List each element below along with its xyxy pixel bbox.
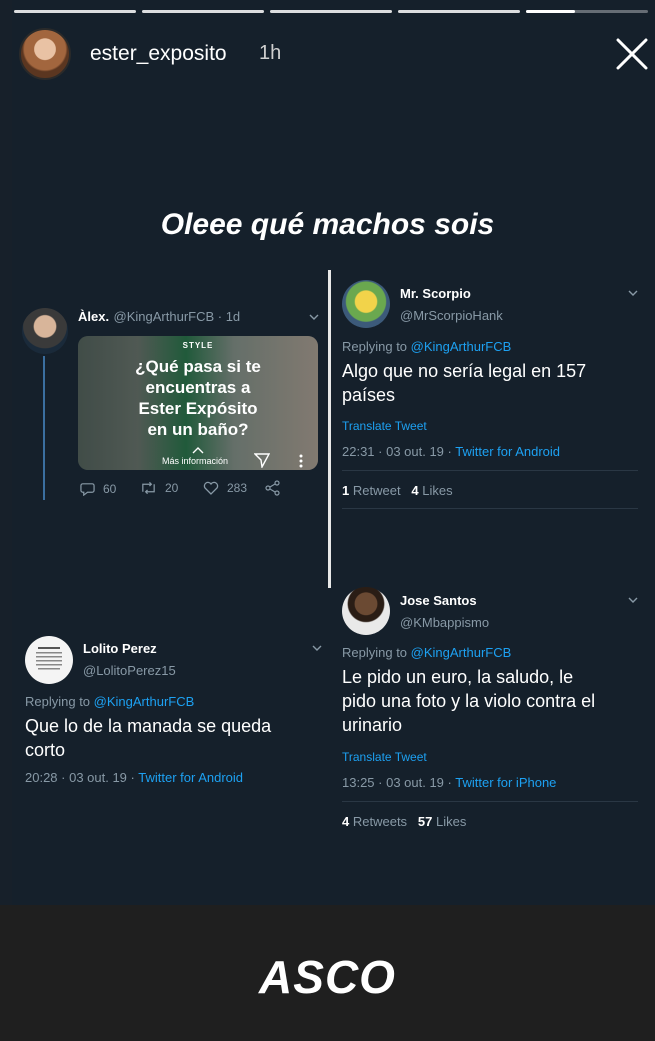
thread-line: [43, 356, 45, 500]
tweet-meta: 22:31 · 03 out. 19 · Twitter for Android: [342, 444, 561, 459]
reply-count: 60: [103, 481, 117, 496]
likes-label[interactable]: Likes: [436, 814, 466, 829]
engagement-stats: 4 Retweets 57 Likes: [342, 814, 466, 829]
retweets-label[interactable]: Retweet: [353, 483, 401, 498]
chevron-down-icon[interactable]: [628, 288, 638, 298]
divider: [342, 508, 638, 509]
retweets-count[interactable]: 4: [342, 814, 349, 829]
retweet-button[interactable]: 20: [140, 481, 178, 495]
card-more-link[interactable]: Más información: [162, 456, 228, 466]
reply-icon: [80, 483, 95, 496]
avatar[interactable]: [19, 28, 71, 80]
likes-label[interactable]: Likes: [422, 483, 452, 498]
avatar-image: [36, 647, 62, 670]
author-name[interactable]: Mr. Scorpio: [400, 286, 471, 301]
replying-to: Replying to @KingArthurFCB: [25, 694, 195, 709]
story-time: 1h: [259, 42, 282, 64]
replying-handle-link[interactable]: @KingArthurFCB: [411, 645, 512, 660]
story-caption: ASCO: [259, 951, 396, 1003]
avatar[interactable]: [25, 636, 73, 684]
author-handle: @KMbappismo: [400, 615, 490, 630]
divider: [342, 470, 638, 471]
like-button[interactable]: 283: [203, 481, 247, 495]
progress-fill: [526, 10, 575, 13]
author-name[interactable]: Àlex.: [78, 309, 109, 324]
retweets-label[interactable]: Retweets: [353, 814, 407, 829]
link-card[interactable]: STYLE ¿Qué pasa si te encuentras a Ester…: [78, 336, 318, 470]
chevron-down-icon[interactable]: [312, 643, 322, 653]
divider: [342, 801, 638, 802]
source-link[interactable]: Twitter for iPhone: [455, 775, 556, 790]
divider: [328, 270, 331, 588]
replying-to: Replying to @KingArthurFCB: [342, 645, 512, 660]
retweet-count: 20: [165, 481, 179, 495]
progress-segment-4: [398, 10, 520, 13]
translate-tweet-link[interactable]: Translate Tweet: [342, 750, 427, 764]
likes-count[interactable]: 57: [418, 814, 432, 829]
progress-segment-5: [526, 10, 648, 13]
retweets-count[interactable]: 1: [342, 483, 349, 498]
instagram-story: ester_exposito 1h Oleee qué machos sois …: [0, 0, 655, 1041]
like-count: 283: [227, 481, 248, 495]
avatar[interactable]: [342, 587, 390, 635]
tweet-meta: 20:28 · 03 out. 19 · Twitter for Android: [25, 770, 244, 785]
translate-tweet-link[interactable]: Translate Tweet: [342, 419, 427, 433]
close-button[interactable]: [612, 34, 652, 74]
progress-segment-3: [270, 10, 392, 13]
author-handle: @LolitoPerez15: [83, 663, 176, 678]
tweet-meta: 13:25 · 03 out. 19 · Twitter for iPhone: [342, 775, 557, 790]
source-link[interactable]: Twitter for Android: [138, 770, 243, 785]
like-icon: [203, 481, 219, 495]
close-icon: [616, 38, 648, 70]
replying-handle-link[interactable]: @KingArthurFCB: [94, 694, 195, 709]
replying-to: Replying to @KingArthurFCB: [342, 339, 512, 354]
more-icon[interactable]: [299, 454, 303, 468]
story-username[interactable]: ester_exposito: [90, 42, 227, 66]
story-headline: Oleee qué machos sois: [160, 208, 495, 241]
chevron-up-icon: [192, 447, 204, 454]
avatar[interactable]: [22, 308, 68, 354]
avatar[interactable]: [342, 280, 390, 328]
card-title: ¿Qué pasa si te encuentras a Ester Expós…: [135, 357, 261, 439]
author-handle: @KingArthurFCB · 1d: [113, 309, 241, 324]
source-link[interactable]: Twitter for Android: [455, 444, 560, 459]
share-icon[interactable]: [265, 480, 281, 496]
card-tag: STYLE: [182, 341, 214, 350]
tweet-text: Que lo de la manada se queda corto: [25, 716, 272, 760]
reply-button[interactable]: 60: [80, 481, 116, 496]
progress-segment-2: [142, 10, 264, 13]
engagement-stats: 1 Retweet 4 Likes: [342, 483, 453, 498]
likes-count[interactable]: 4: [411, 483, 418, 498]
replying-handle-link[interactable]: @KingArthurFCB: [411, 339, 512, 354]
send-icon[interactable]: [254, 452, 270, 468]
tweet-text: Algo que no sería legal en 157 países: [342, 361, 587, 405]
retweet-icon: [142, 481, 155, 495]
chevron-down-icon[interactable]: [309, 312, 319, 322]
author-name[interactable]: Lolito Perez: [83, 641, 157, 656]
author-handle: @MrScorpioHank: [400, 308, 503, 323]
chevron-down-icon[interactable]: [628, 595, 638, 605]
author-name[interactable]: Jose Santos: [400, 593, 477, 608]
tweet-text: Le pido un euro, la saludo, le pido una …: [342, 667, 596, 735]
progress-segment-1: [14, 10, 136, 13]
